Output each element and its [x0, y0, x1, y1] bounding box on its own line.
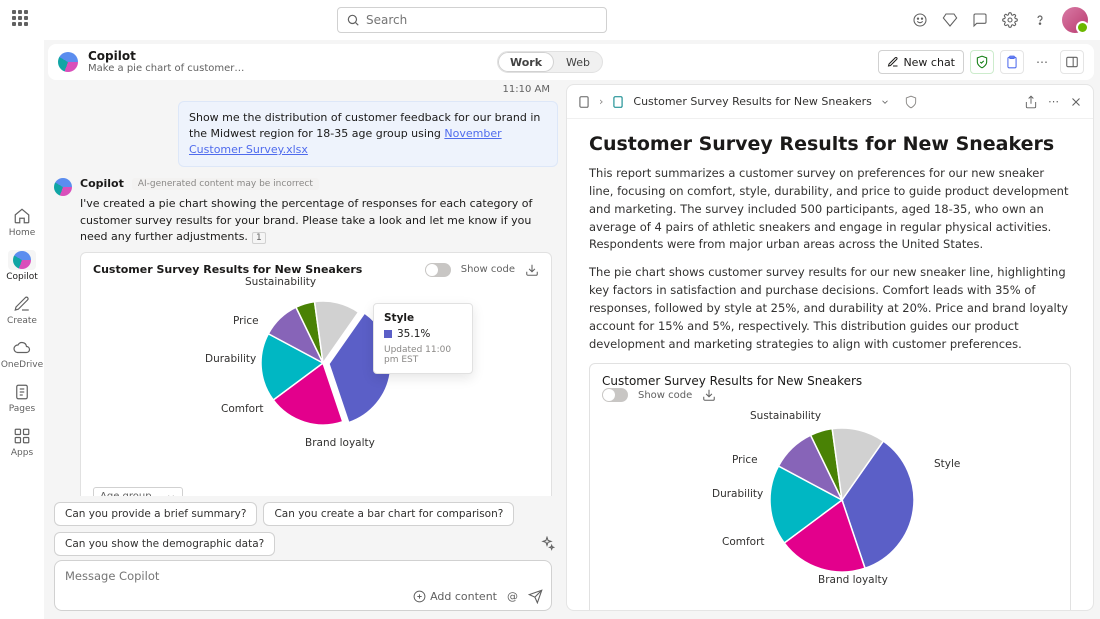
document-paragraph-1: This report summarizes a customer survey…	[589, 165, 1071, 254]
document-panel: › Customer Survey Results for New Sneake…	[566, 84, 1094, 611]
rail-copilot[interactable]: Copilot	[0, 244, 44, 288]
document-heading: Customer Survey Results for New Sneakers	[589, 133, 1071, 155]
doc-more-icon[interactable]: ⋯	[1048, 95, 1059, 109]
footnote[interactable]: 1	[252, 232, 266, 244]
panel-icon[interactable]	[1060, 50, 1084, 74]
document-chart-card: Customer Survey Results for New Sneakers…	[589, 363, 1071, 610]
plus-circle-icon	[413, 590, 426, 603]
diamond-icon[interactable]	[942, 12, 958, 28]
search-box[interactable]	[337, 7, 607, 33]
header-title: Copilot	[88, 50, 244, 63]
doc-show-code-label: Show code	[638, 390, 692, 401]
assistant-avatar-icon	[54, 178, 72, 196]
chat-column: 11:10 AM Show me the distribution of cus…	[48, 84, 558, 611]
suggestion-2[interactable]: Can you create a bar chart for compariso…	[263, 502, 514, 526]
app-launcher-icon[interactable]	[12, 10, 32, 30]
mention-button[interactable]: @	[507, 590, 518, 603]
rail-onedrive[interactable]: OneDrive	[0, 332, 44, 376]
chart-tooltip: Style 35.1% Updated 11:00 pm EST	[373, 303, 473, 374]
emoji-icon[interactable]	[912, 12, 928, 28]
help-icon[interactable]	[1032, 12, 1048, 28]
document-chart-title: Customer Survey Results for New Sneakers	[602, 374, 1058, 388]
sparkle-icon[interactable]	[536, 533, 558, 555]
ai-disclaimer: AI-generated content may be incorrect	[132, 178, 319, 190]
chat-header: Copilot Make a pie chart of customer… Wo…	[48, 44, 1094, 80]
shield-check-icon[interactable]	[970, 50, 994, 74]
top-bar	[0, 0, 1100, 40]
composer-input[interactable]	[63, 567, 543, 585]
send-icon	[528, 589, 543, 604]
shield-icon[interactable]	[904, 95, 918, 109]
user-avatar[interactable]	[1062, 7, 1088, 33]
top-icons	[912, 7, 1088, 33]
message-time: 11:10 AM	[48, 84, 558, 95]
user-message: Show me the distribution of customer fee…	[178, 101, 558, 167]
left-rail: Home Copilot Create OneDrive Pages Apps	[0, 40, 44, 619]
chevron-down-icon	[166, 492, 176, 497]
add-content-button[interactable]: Add content	[413, 590, 497, 603]
chevron-down-icon[interactable]	[880, 97, 890, 107]
assistant-message: I've created a pie chart showing the per…	[80, 196, 552, 246]
loop-page-icon	[611, 95, 625, 109]
chart-title: Customer Survey Results for New Sneakers	[93, 263, 362, 276]
clipboard-icon[interactable]	[1000, 50, 1024, 74]
settings-icon[interactable]	[1002, 12, 1018, 28]
new-chat-button[interactable]: New chat	[878, 50, 964, 74]
header-subtitle: Make a pie chart of customer…	[88, 63, 244, 74]
document-breadcrumb-title[interactable]: Customer Survey Results for New Sneakers	[633, 95, 871, 108]
send-button[interactable]	[528, 589, 543, 604]
copilot-icon	[13, 251, 31, 269]
document-pie-chart: Sustainability Price Durability Comfort …	[602, 402, 1058, 610]
share-icon[interactable]	[1024, 95, 1038, 109]
download-icon[interactable]	[702, 388, 716, 402]
document-paragraph-2: The pie chart shows customer survey resu…	[589, 264, 1071, 353]
close-icon[interactable]	[1069, 95, 1083, 109]
suggestion-row: Can you provide a brief summary? Can you…	[48, 496, 558, 560]
show-code-toggle[interactable]	[425, 263, 451, 277]
plus-chat-icon	[887, 56, 899, 68]
rail-pages[interactable]: Pages	[0, 376, 44, 420]
show-code-label: Show code	[461, 264, 515, 275]
doc-show-code-toggle[interactable]	[602, 388, 628, 402]
pie-chart: Sustainability Price Durability Comfort …	[93, 281, 539, 481]
rail-home[interactable]: Home	[0, 200, 44, 244]
suggestion-3[interactable]: Can you show the demographic data?	[54, 532, 275, 556]
breadcrumb-chevron: ›	[599, 95, 603, 108]
chart-card: Customer Survey Results for New Sneakers…	[80, 252, 552, 497]
rail-apps[interactable]: Apps	[0, 420, 44, 464]
copilot-header-icon	[58, 52, 78, 72]
rail-create[interactable]: Create	[0, 288, 44, 332]
download-icon[interactable]	[525, 263, 539, 277]
scope-work[interactable]: Work	[498, 52, 554, 72]
search-input[interactable]	[366, 13, 598, 27]
composer: Add content @	[54, 560, 552, 611]
more-icon[interactable]: ⋯	[1030, 50, 1054, 74]
age-group-select[interactable]: Age group	[93, 487, 183, 497]
scope-web[interactable]: Web	[554, 52, 602, 72]
pages-small-icon[interactable]	[577, 95, 591, 109]
chat-icon[interactable]	[972, 12, 988, 28]
suggestion-1[interactable]: Can you provide a brief summary?	[54, 502, 257, 526]
search-icon	[346, 13, 360, 27]
scope-toggle: Work Web	[497, 51, 603, 73]
assistant-name: Copilot	[80, 177, 124, 190]
document-header: › Customer Survey Results for New Sneake…	[567, 85, 1093, 119]
